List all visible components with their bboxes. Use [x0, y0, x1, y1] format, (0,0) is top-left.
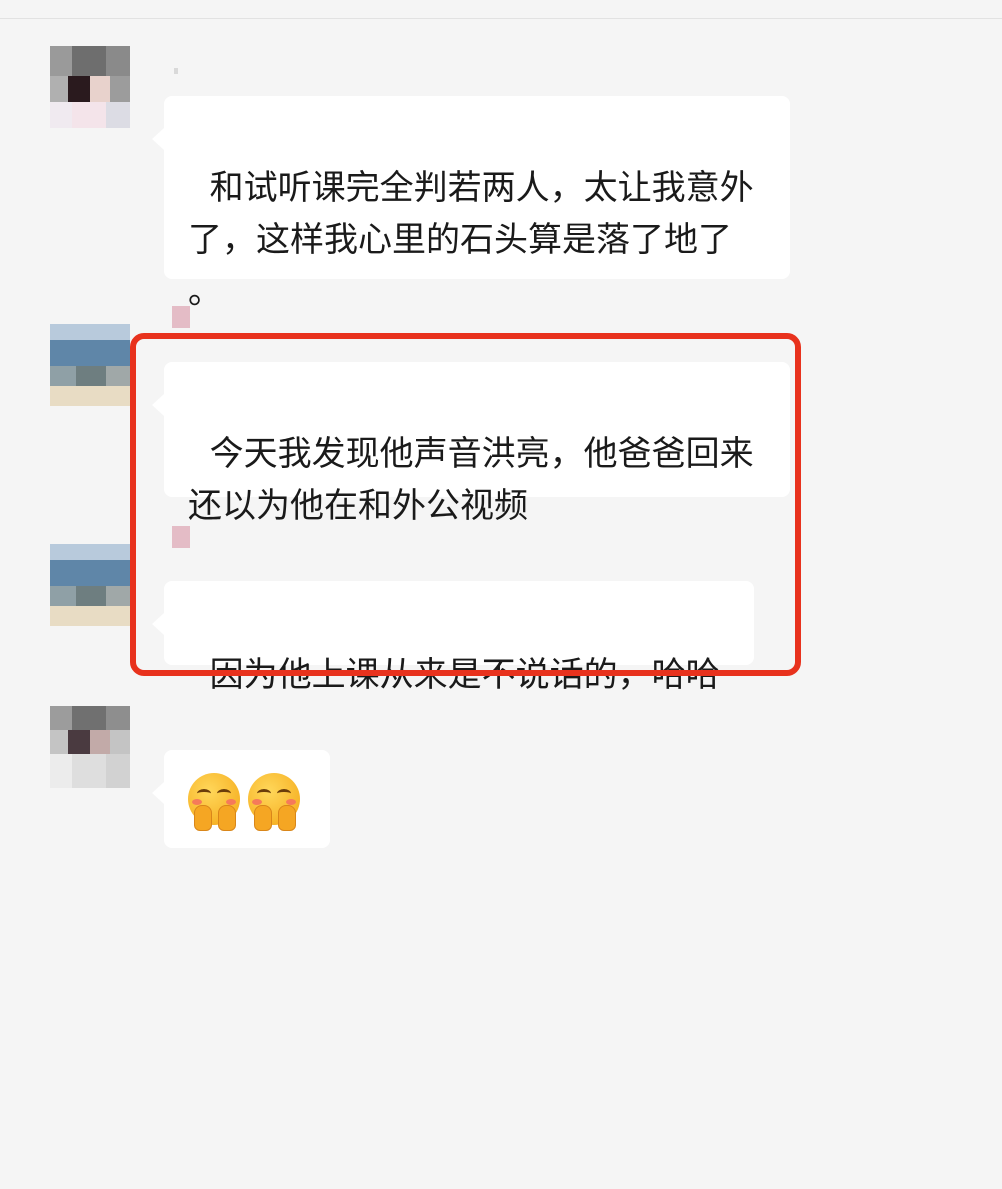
sender-name: [174, 68, 178, 74]
highlight-box: [130, 333, 801, 676]
message-text: 和试听课完全判若两人，太让我意外 了，这样我心里的石头算是落了地了 。: [188, 168, 754, 312]
emoji-bubble[interactable]: [152, 750, 330, 848]
sender-avatar[interactable]: [50, 706, 130, 788]
message-bubble[interactable]: 和试听课完全判若两人，太让我意外 了，这样我心里的石头算是落了地了 。: [152, 96, 790, 312]
sender-avatar[interactable]: [50, 324, 130, 406]
hugging-face-emoji: [188, 773, 240, 831]
sender-avatar[interactable]: [50, 544, 130, 626]
sender-name: [172, 306, 190, 328]
top-divider: [0, 18, 1002, 19]
sender-avatar[interactable]: [50, 46, 130, 128]
hugging-face-emoji: [248, 773, 300, 831]
